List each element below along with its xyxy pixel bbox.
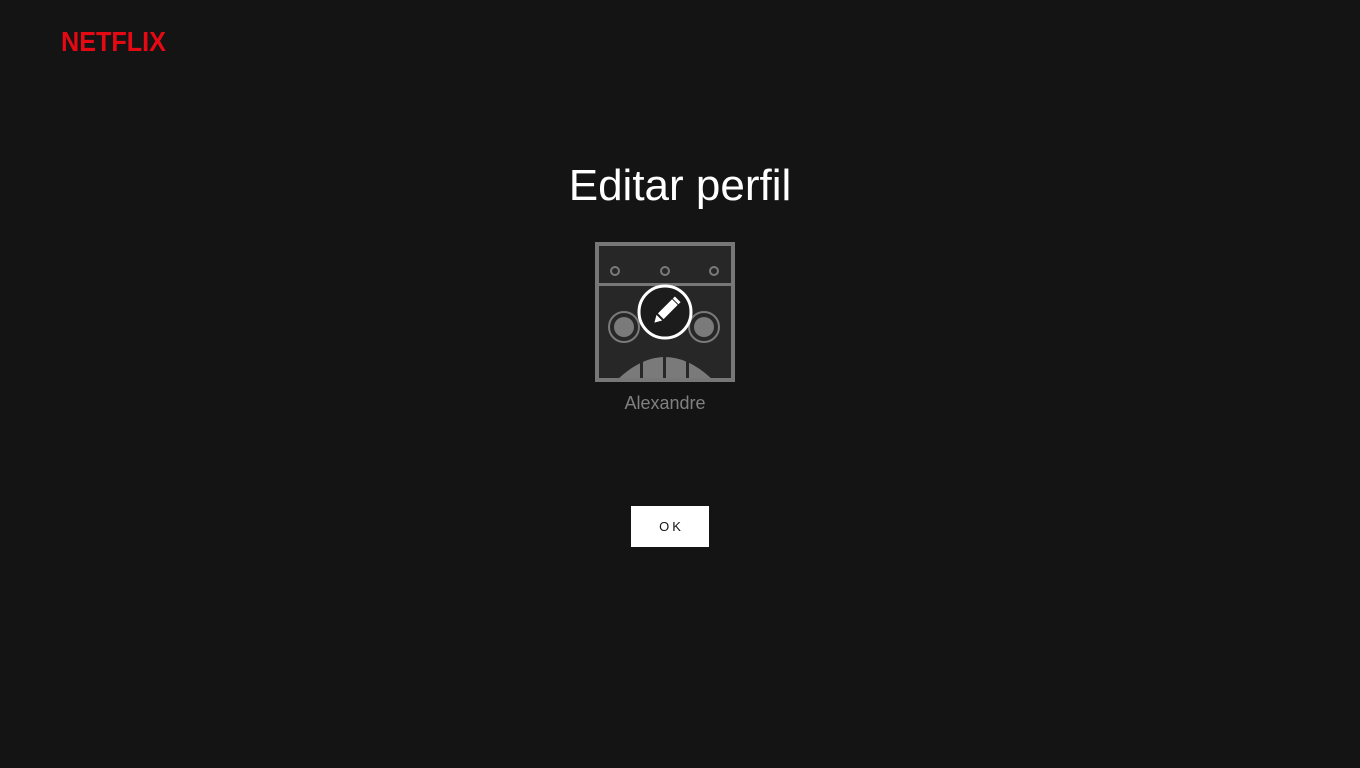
profile-avatar-edit[interactable]: Alexandre bbox=[565, 242, 765, 422]
edit-profile-page: NETFLIX Editar perfil Alexandre OK bbox=[0, 0, 1360, 768]
netflix-logo-text: NETFLIX bbox=[61, 28, 166, 57]
profile-name: Alexandre bbox=[624, 393, 706, 413]
robot-avatar-icon[interactable] bbox=[595, 242, 735, 382]
ok-button[interactable]: OK bbox=[631, 506, 709, 547]
pencil-edit-icon[interactable] bbox=[637, 284, 693, 340]
netflix-logo[interactable]: NETFLIX bbox=[61, 28, 166, 58]
page-title: Editar perfil bbox=[568, 161, 792, 210]
